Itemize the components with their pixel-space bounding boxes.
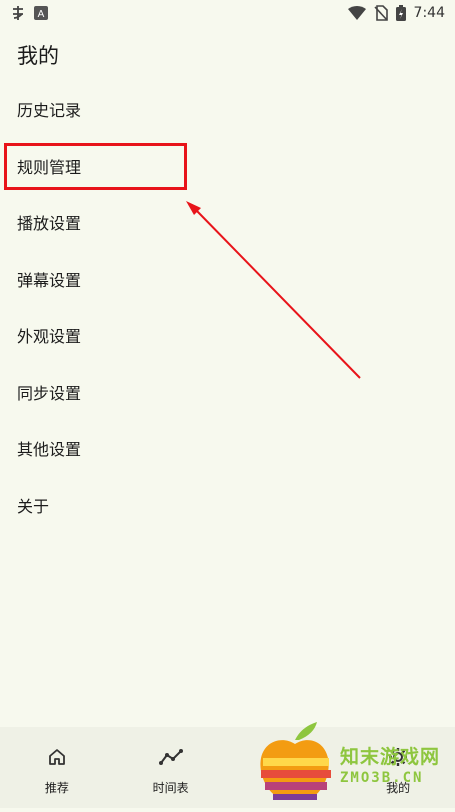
status-bar: A 7:44 (0, 0, 455, 26)
watermark-logo: 知末游戏网 ZMO3B.CN (255, 718, 455, 808)
nav-label: 时间表 (152, 781, 189, 795)
menu-item-history[interactable]: 历史记录 (0, 81, 455, 138)
menu-item-label: 其他设置 (17, 440, 82, 460)
notification-app-icon (10, 5, 26, 21)
watermark-name: 知末游戏网 (340, 746, 441, 768)
annotation-highlight-box (4, 143, 187, 190)
nav-label: 推荐 (44, 781, 69, 795)
nav-item-timetable[interactable]: 时间表 (114, 727, 228, 808)
watermark-apple-icon (260, 722, 331, 800)
menu-item-label: 同步设置 (17, 383, 82, 403)
menu-item-label: 播放设置 (17, 214, 82, 234)
menu-item-danmaku-settings[interactable]: 弹幕设置 (0, 251, 455, 308)
page-title: 我的 (17, 44, 59, 68)
menu-item-label: 关于 (17, 496, 50, 516)
status-left: A (10, 5, 48, 21)
menu-item-playback-settings[interactable]: 播放设置 (0, 194, 455, 251)
nav-item-recommend[interactable]: 推荐 (0, 727, 114, 808)
menu-item-label: 弹幕设置 (17, 270, 82, 290)
watermark-domain: ZMO3B.CN (340, 770, 424, 786)
wifi-icon (347, 6, 366, 20)
menu-item-about[interactable]: 关于 (0, 477, 455, 534)
timeline-icon (158, 747, 183, 767)
menu-item-other-settings[interactable]: 其他设置 (0, 420, 455, 477)
battery-charging-icon (395, 5, 406, 21)
menu-item-label: 历史记录 (17, 101, 82, 121)
status-right: 7:44 (347, 5, 445, 21)
menu-item-sync-settings[interactable]: 同步设置 (0, 364, 455, 421)
a-badge-icon: A (34, 6, 48, 20)
svg-text:A: A (38, 9, 45, 20)
status-time: 7:44 (413, 5, 445, 21)
menu-item-label: 外观设置 (17, 327, 82, 347)
no-sim-icon (373, 5, 388, 21)
home-icon (47, 747, 67, 767)
menu-item-appearance-settings[interactable]: 外观设置 (0, 307, 455, 364)
